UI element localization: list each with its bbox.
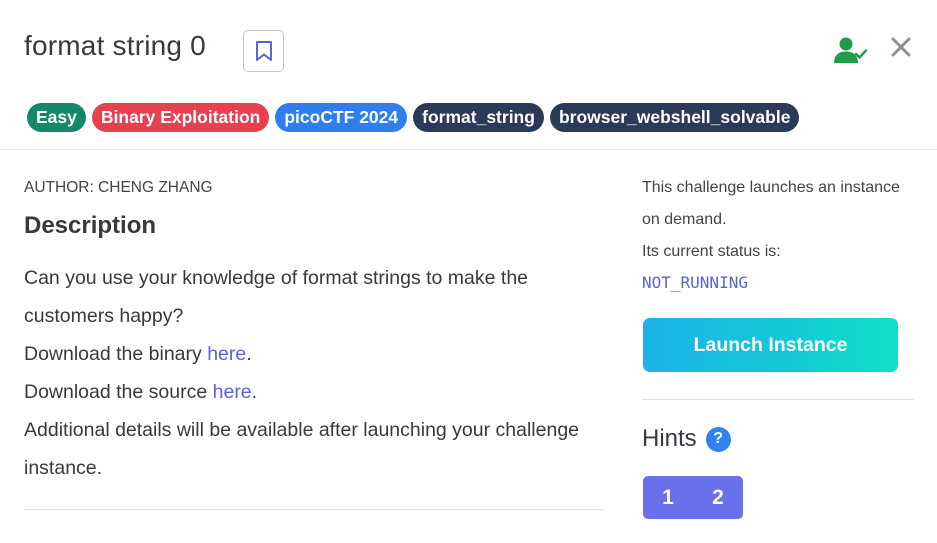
download-source-line: Download the source here. <box>24 373 584 411</box>
hints-title: Hints <box>642 425 697 452</box>
period: . <box>246 343 252 365</box>
question-icon[interactable]: ? <box>705 426 731 452</box>
tag-topic[interactable]: format_string <box>413 103 544 132</box>
challenge-title: format string 0 <box>24 30 206 61</box>
tag-solvable[interactable]: browser_webshell_solvable <box>549 103 800 132</box>
hint-button-1[interactable]: 1 <box>643 476 693 519</box>
close-button[interactable] <box>886 32 916 62</box>
instance-intro: This challenge launches an instance on d… <box>642 179 900 228</box>
bookmark-icon <box>255 41 272 61</box>
download-source-text: Download the source <box>24 381 213 403</box>
author-line: AUTHOR: CHENG ZHANG <box>24 179 213 196</box>
tag-difficulty[interactable]: Easy <box>27 103 86 132</box>
description-body: Can you use your knowledge of format str… <box>24 259 584 487</box>
close-icon <box>891 37 911 57</box>
hints-heading: Hints ? <box>642 425 731 453</box>
additional-details-text: Additional details will be available aft… <box>24 419 580 479</box>
instance-status-value: NOT_RUNNING <box>642 273 748 292</box>
instance-panel: This challenge launches an instance on d… <box>642 172 914 295</box>
description-text: Can you use your knowledge of format str… <box>24 267 529 327</box>
hint-button-group: 1 2 <box>643 476 743 519</box>
period: . <box>251 381 258 403</box>
user-check-icon <box>834 36 868 64</box>
hint-button-2[interactable]: 2 <box>693 476 743 519</box>
description-heading: Description <box>24 212 157 239</box>
instance-status-label: Its current status is: <box>642 243 781 260</box>
tag-list: Easy Binary Exploitation picoCTF 2024 fo… <box>27 103 800 132</box>
bookmark-button[interactable] <box>243 30 284 72</box>
launch-instance-button[interactable]: Launch Instance <box>643 318 898 372</box>
download-binary-text: Download the binary <box>24 343 208 365</box>
download-source-link[interactable]: here <box>213 381 252 403</box>
side-divider <box>642 399 914 400</box>
download-binary-line: Download the binary here. <box>24 335 584 373</box>
tag-event[interactable]: picoCTF 2024 <box>275 103 408 132</box>
challenge-header: format string 0 Easy Binary Exploitation… <box>0 0 937 150</box>
tag-category[interactable]: Binary Exploitation <box>91 103 270 132</box>
download-binary-link[interactable]: here <box>207 343 246 365</box>
description-divider <box>24 509 604 510</box>
